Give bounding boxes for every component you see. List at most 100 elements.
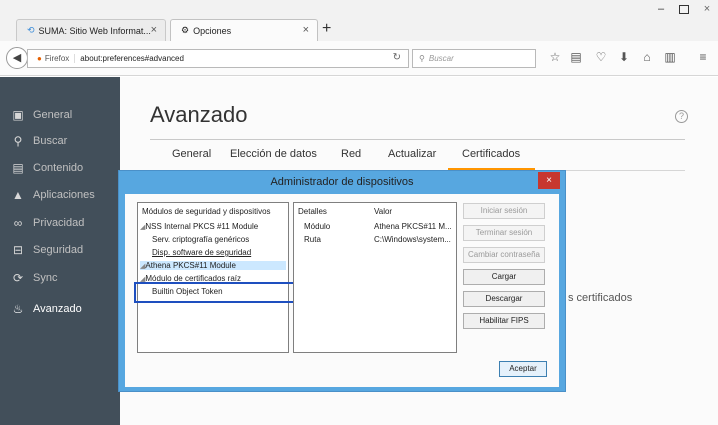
sidebar-item-label: Sync (33, 272, 58, 284)
firefox-icon: ● (37, 54, 42, 63)
button-label: Iniciar sesión (480, 206, 528, 215)
search-placeholder: Buscar (428, 54, 454, 63)
unload-button[interactable]: Descargar (463, 291, 545, 307)
detail-key: Módulo (304, 222, 331, 231)
tree-item-label: Athena PKCS#11 Module (145, 261, 236, 270)
pocket-icon[interactable]: ♡ (593, 50, 609, 64)
sidebar-item-buscar[interactable]: ⚲ Buscar (0, 129, 120, 153)
tree-header: Módulos de seguridad y dispositivos (142, 207, 271, 216)
tree-item-crypto-services[interactable]: Serv. criptografía genéricos (152, 235, 249, 244)
enable-fips-button[interactable]: Habilitar FIPS (463, 313, 545, 329)
ok-button[interactable]: Aceptar (499, 361, 547, 377)
background-text: s certificados (568, 292, 633, 304)
sidebar-item-label: Privacidad (33, 217, 85, 229)
document-icon: ▤ (12, 161, 24, 175)
selection-highlight-box (134, 282, 297, 303)
clipboard-icon[interactable]: ▤ (568, 50, 584, 64)
tab-label: SUMA: Sitio Web Informat... (38, 25, 151, 36)
dialog-close-button[interactable]: × (538, 172, 560, 189)
reload-icon[interactable]: ↻ (393, 52, 401, 63)
mask-icon: ∞ (13, 216, 23, 230)
minimize-button[interactable]: – (651, 2, 671, 16)
sidebar-item-label: Seguridad (33, 244, 84, 256)
divider (150, 139, 685, 140)
tree-item-label: NSS Internal PKCS #11 Module (145, 222, 259, 231)
general-icon: ▣ (12, 108, 24, 122)
tree-item-label: Serv. criptografía genéricos (152, 235, 250, 244)
identity-label: Firefox (45, 54, 76, 63)
rocket-icon: ▲ (12, 188, 24, 202)
tab-certificados[interactable]: Certificados (462, 148, 520, 160)
sidebar-item-label: Contenido (33, 162, 84, 174)
globe-icon: ⟲ (27, 25, 35, 35)
login-button[interactable]: Iniciar sesión (463, 203, 545, 219)
value-header: Valor (374, 207, 393, 216)
maximize-button[interactable] (679, 5, 689, 14)
tab-eleccion-datos[interactable]: Elección de datos (230, 148, 317, 160)
home-icon[interactable]: ⌂ (639, 50, 655, 64)
search-icon: ⚲ (13, 134, 23, 148)
button-label: Cargar (491, 272, 517, 281)
bookmark-star-icon[interactable]: ☆ (547, 50, 563, 64)
menu-icon[interactable]: ≡ (695, 50, 711, 64)
sidebar-item-seguridad[interactable]: ⊟ Seguridad (0, 238, 120, 262)
sidebar-item-privacidad[interactable]: ∞ Privacidad (0, 211, 120, 235)
tab-general[interactable]: General (172, 148, 211, 160)
sidebar-item-sync[interactable]: ⟳ Sync (0, 266, 120, 290)
back-button[interactable]: ◀ (6, 47, 28, 69)
page-title: Avanzado (150, 102, 248, 127)
new-tab-button[interactable]: + (322, 19, 331, 39)
title-bar: ⟲ SUMA: Sitio Web Informat... × ⚙ Opcion… (0, 0, 718, 41)
sync-icon: ⟳ (12, 271, 24, 285)
nav-bar: ◀ ● Firefox about:preferences#advanced ↻… (0, 41, 718, 76)
button-label: Cambiar contraseña (467, 250, 541, 259)
tab-opciones[interactable]: ⚙ Opciones × (170, 19, 318, 41)
tree-item-nss-module[interactable]: ◢NSS Internal PKCS #11 Module (140, 222, 258, 231)
change-password-button[interactable]: Cambiar contraseña (463, 247, 545, 263)
logout-button[interactable]: Terminar sesión (463, 225, 545, 241)
help-icon[interactable]: ? (675, 110, 688, 123)
sidebar-item-contenido[interactable]: ▤ Contenido (0, 156, 120, 180)
preferences-sidebar: ▣ General ⚲ Buscar ▤ Contenido ▲ Aplicac… (0, 77, 120, 425)
extension-icon[interactable]: ▥ (662, 50, 678, 64)
sidebar-item-avanzado[interactable]: ♨ Avanzado (0, 297, 120, 321)
details-table: Detalles Valor Módulo Athena PKCS#11 M..… (293, 202, 457, 353)
url-text: about:preferences#advanced (80, 54, 184, 63)
sidebar-item-label: Aplicaciones (33, 189, 95, 201)
dialog-body: Módulos de seguridad y dispositivos ◢NSS… (125, 194, 559, 387)
details-header: Detalles (298, 207, 327, 216)
close-window-button[interactable]: × (696, 2, 718, 16)
tree-item-athena-module[interactable]: ◢Athena PKCS#11 Module (140, 261, 286, 270)
tab-actualizar[interactable]: Actualizar (388, 148, 436, 160)
load-button[interactable]: Cargar (463, 269, 545, 285)
wizard-icon: ♨ (12, 302, 24, 316)
sidebar-item-aplicaciones[interactable]: ▲ Aplicaciones (0, 183, 120, 207)
gear-icon: ⚙ (181, 25, 190, 35)
close-tab-icon[interactable]: × (303, 24, 309, 36)
back-arrow-icon: ◀ (12, 52, 22, 64)
dialog-title: Administrador de dispositivos (270, 176, 414, 188)
device-manager-dialog: Administrador de dispositivos × Módulos … (118, 170, 566, 392)
button-label: Habilitar FIPS (479, 316, 529, 325)
url-bar[interactable]: ● Firefox about:preferences#advanced ↻ (27, 49, 409, 68)
sidebar-item-label: General (33, 109, 73, 121)
download-icon[interactable]: ⬇ (616, 50, 632, 64)
tab-suma[interactable]: ⟲ SUMA: Sitio Web Informat... × (16, 19, 166, 41)
detail-value: Athena PKCS#11 M... (374, 222, 452, 231)
search-input[interactable]: ⚲ Buscar (412, 49, 536, 68)
close-tab-icon[interactable]: × (151, 24, 157, 36)
modules-tree[interactable]: Módulos de seguridad y dispositivos ◢NSS… (137, 202, 289, 353)
button-label: Descargar (485, 294, 523, 303)
tree-item-software-device[interactable]: Disp. software de seguridad (152, 248, 251, 257)
sidebar-item-general[interactable]: ▣ General (0, 103, 120, 127)
tree-item-label: Disp. software de seguridad (152, 248, 252, 257)
sidebar-item-label: Avanzado (33, 303, 82, 315)
sidebar-item-label: Buscar (33, 135, 68, 147)
tab-red[interactable]: Red (341, 148, 361, 160)
search-icon: ⚲ (419, 54, 425, 63)
footer-bar (120, 405, 718, 425)
detail-key: Ruta (304, 235, 321, 244)
button-label: Terminar sesión (475, 228, 533, 237)
lock-icon: ⊟ (12, 243, 24, 257)
tab-label: Opciones (193, 25, 232, 36)
